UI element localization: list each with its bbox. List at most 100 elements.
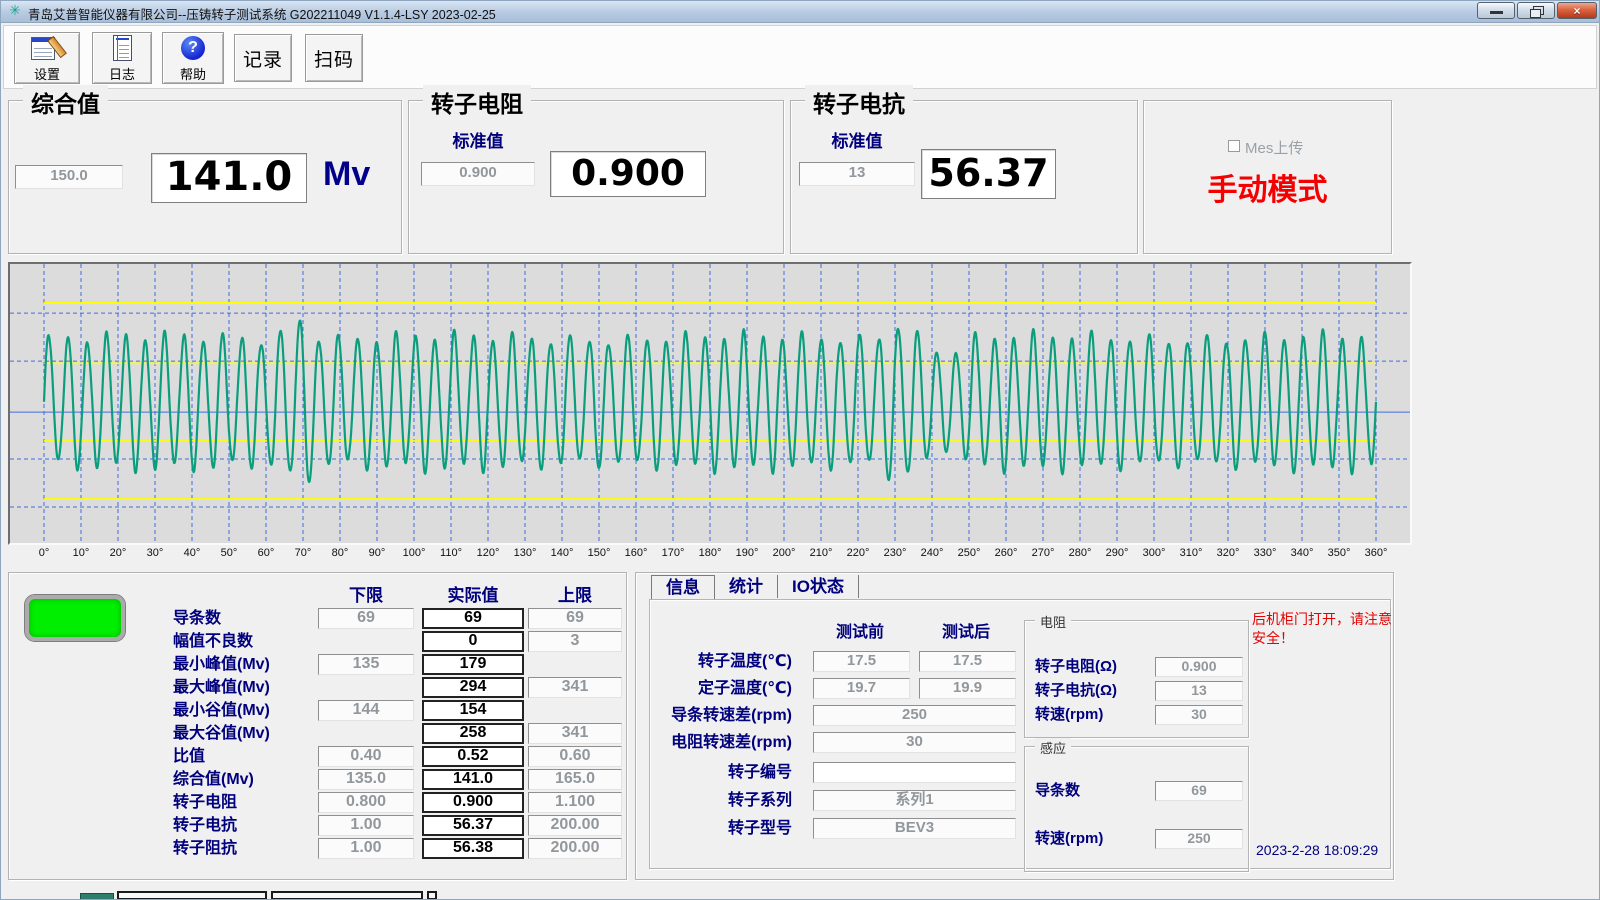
tab-statistics[interactable]: 统计	[715, 575, 778, 598]
info-after-field: 19.9	[919, 678, 1016, 699]
restore-button[interactable]	[1517, 2, 1555, 19]
induction-group: 感应 导条数69转速(rpm)250	[1024, 746, 1249, 872]
result-lower-limit-field: 69	[318, 608, 414, 629]
result-actual-value-field: 154	[422, 700, 524, 721]
result-lower-limit-field: 1.00	[318, 838, 414, 859]
settings-label: 设置	[34, 64, 60, 83]
log-label: 日志	[109, 64, 135, 83]
composite-reference-field: 150.0	[15, 165, 123, 189]
header-after-test: 测试后	[916, 618, 1016, 642]
info-after-field: 17.5	[919, 651, 1016, 672]
composite-unit: Mv	[323, 155, 370, 194]
result-upper-limit-field: 341	[528, 723, 622, 744]
resistance-standard-field: 0.900	[421, 162, 535, 186]
info-wide-field: 250	[813, 705, 1016, 726]
result-actual-value-field: 56.37	[422, 815, 524, 836]
result-lower-limit-field: 0.40	[318, 746, 414, 767]
result-upper-limit-field: 1.100	[528, 792, 622, 813]
side-group-label: 转速(rpm)	[1035, 705, 1103, 725]
info-before-field: 19.7	[813, 678, 910, 699]
close-icon: ×	[1558, 4, 1596, 18]
info-row-label: 转子系列	[652, 790, 792, 811]
scan-button[interactable]: 扫码	[305, 34, 363, 82]
info-wide-field: BEV3	[813, 818, 1016, 839]
side-group-field: 250	[1155, 829, 1243, 849]
result-actual-value-field: 56.38	[422, 838, 524, 859]
info-panel: 信息 统计 IO状态 测试前 测试后 转子温度(℃) 17.5 17.5 定子温度(℃…	[635, 572, 1394, 880]
result-actual-value-field: 141.0	[422, 769, 524, 790]
result-row-label: 幅值不良数	[173, 631, 317, 652]
close-button[interactable]: ×	[1557, 2, 1597, 19]
result-row-label: 导条数	[173, 608, 317, 629]
info-row-label: 转子温度(℃)	[652, 651, 792, 672]
help-button[interactable]: ? 帮助	[162, 32, 224, 84]
cutoff-widget	[427, 891, 437, 900]
reactance-standard-field: 13	[799, 162, 915, 186]
record-label: 记录	[243, 45, 283, 72]
side-group-field: 0.900	[1155, 657, 1243, 677]
panel-mode: Mes上传 手动模式	[1143, 100, 1392, 254]
info-wide-field: 30	[813, 732, 1016, 753]
info-wide-field: 系列1	[813, 790, 1016, 811]
result-lower-limit-field: 144	[318, 700, 414, 721]
result-actual-value-field: 0.52	[422, 746, 524, 767]
reactance-title: 转子电抗	[805, 85, 913, 119]
mes-upload-label: Mes上传	[1245, 137, 1303, 158]
result-upper-limit-field: 0.60	[528, 746, 622, 767]
log-icon	[105, 34, 139, 62]
settings-icon	[30, 34, 64, 62]
result-lower-limit-field: 0.800	[318, 792, 414, 813]
result-actual-value-field: 258	[422, 723, 524, 744]
induction-group-title: 感应	[1035, 738, 1071, 757]
resistance-group: 电阻 转子电阻(Ω)0.900转子电抗(Ω)13转速(rpm)30	[1024, 620, 1249, 738]
result-lower-limit-field: 135.0	[318, 769, 414, 790]
result-row-label: 最大谷值(Mv)	[173, 723, 317, 744]
result-row-label: 最小峰值(Mv)	[173, 654, 317, 675]
minimize-button[interactable]	[1477, 2, 1515, 19]
result-row-label: 综合值(Mv)	[173, 769, 317, 790]
info-row-label: 导条转速差(rpm)	[652, 705, 792, 726]
result-row-label: 转子电阻	[173, 792, 317, 813]
result-row-label: 转子电抗	[173, 815, 317, 836]
side-group-label: 导条数	[1035, 781, 1080, 801]
tab-info[interactable]: 信息	[651, 575, 715, 599]
panel-rotor-reactance: 转子电抗 标准值 13 56.37	[790, 100, 1138, 254]
result-upper-limit-field: 200.00	[528, 838, 622, 859]
info-row-label: 转子编号	[652, 762, 792, 783]
panel-composite-value: 综合值 150.0 141.0 Mv	[8, 100, 402, 254]
side-group-field: 69	[1155, 781, 1243, 801]
tab-io-status[interactable]: IO状态	[778, 575, 859, 598]
result-actual-value-field: 179	[422, 654, 524, 675]
info-before-field: 17.5	[813, 651, 910, 672]
log-button[interactable]: 日志	[92, 32, 152, 84]
record-button[interactable]: 记录	[234, 34, 292, 82]
resistance-value-display: 0.900	[550, 151, 706, 197]
x-axis-tick: 360°	[1354, 547, 1398, 559]
window-title: 青岛艾普智能仪器有限公司--压铸转子测试系统 G202211049 V1.1.4…	[28, 4, 496, 23]
mes-upload-checkbox[interactable]	[1228, 140, 1240, 152]
reactance-standard-label: 标准值	[807, 127, 907, 152]
x-axis-ticks: 0°10°20°30°40°50°60°70°80°90°100°110°120…	[8, 547, 1412, 562]
waveform-chart	[8, 262, 1412, 545]
side-group-field: 13	[1155, 681, 1243, 701]
app-icon: ✳	[7, 2, 23, 18]
result-upper-limit-field: 200.00	[528, 815, 622, 836]
result-actual-value-field: 69	[422, 608, 524, 629]
resistance-group-title: 电阻	[1035, 612, 1071, 631]
result-actual-value-field: 0	[422, 631, 524, 652]
result-upper-limit-field: 341	[528, 677, 622, 698]
timestamp: 2023-2-28 18:09:29	[1256, 842, 1378, 858]
settings-button[interactable]: 设置	[14, 32, 80, 84]
panel-rotor-resistance: 转子电阻 标准值 0.900 0.900	[408, 100, 784, 254]
result-upper-limit-field: 165.0	[528, 769, 622, 790]
help-label: 帮助	[180, 64, 206, 83]
info-row-label: 定子温度(℃)	[652, 678, 792, 699]
cutoff-widget	[271, 891, 423, 900]
composite-value-display: 141.0	[151, 153, 307, 203]
rotor-serial-input[interactable]	[813, 762, 1016, 783]
header-lower-limit: 下限	[318, 581, 414, 606]
result-upper-limit-field: 69	[528, 608, 622, 629]
status-lamp	[25, 595, 125, 641]
result-lower-limit-field: 135	[318, 654, 414, 675]
header-before-test: 测试前	[810, 618, 910, 642]
